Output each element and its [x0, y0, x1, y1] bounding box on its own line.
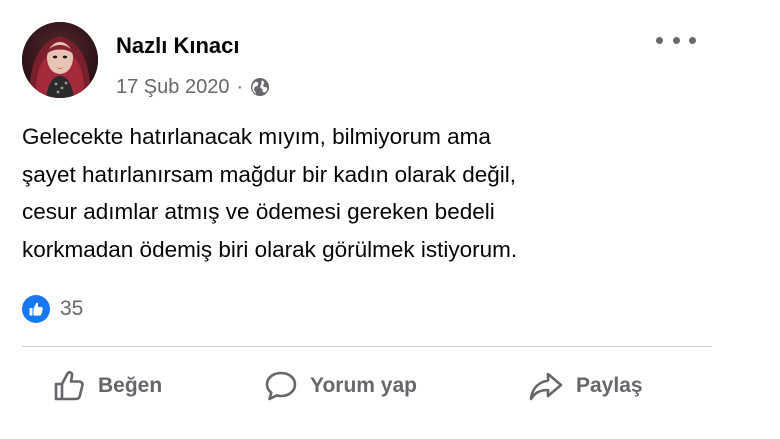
- reactions-summary[interactable]: 35: [22, 294, 83, 324]
- share-arrow-icon: [529, 372, 563, 401]
- more-dot: [689, 36, 696, 44]
- more-options-icon[interactable]: [656, 30, 696, 50]
- comment-button[interactable]: Yorum yap: [264, 362, 417, 410]
- post-text-line: korkmadan ödemiş biri olarak görülmek is…: [22, 236, 518, 262]
- thumbs-up-icon: [54, 371, 84, 401]
- divider: [22, 346, 712, 347]
- post-text-line: şayet hatırlanırsam mağdur bir kadın ola…: [22, 161, 516, 187]
- avatar-photo: [22, 22, 98, 98]
- like-button[interactable]: Beğen: [52, 362, 162, 410]
- comment-bubble-icon: [265, 371, 297, 401]
- like-reaction-icon: [22, 295, 50, 323]
- facebook-post: Nazlı Kınacı 17 Şub 2020 · Gelecekte hat…: [0, 0, 780, 439]
- post-text-line: cesur adımlar atmış ve ödemesi gereken b…: [22, 199, 495, 224]
- post-text: Gelecekte hatırlanacak mıyım, bilmiyorum…: [22, 118, 742, 268]
- more-dot: [656, 36, 663, 44]
- author-name[interactable]: Nazlı Kınacı: [116, 33, 239, 59]
- globe-icon: [250, 77, 270, 97]
- post-date[interactable]: 17 Şub 2020: [116, 76, 229, 99]
- more-dot: [672, 36, 680, 44]
- meta-separator: ·: [236, 75, 244, 98]
- action-bar: Beğen Yorum yap Paylaş: [0, 362, 780, 410]
- post-text-line: Gelecekte hatırlanacak mıyım, bilmiyorum…: [22, 124, 491, 149]
- reaction-count[interactable]: 35: [60, 297, 83, 321]
- like-button-label: Beğen: [98, 374, 163, 397]
- avatar[interactable]: [22, 22, 98, 98]
- comment-button-label: Yorum yap: [310, 374, 417, 397]
- share-button[interactable]: Paylaş: [528, 362, 643, 410]
- share-button-label: Paylaş: [576, 374, 643, 397]
- post-meta: 17 Şub 2020 ·: [116, 74, 270, 100]
